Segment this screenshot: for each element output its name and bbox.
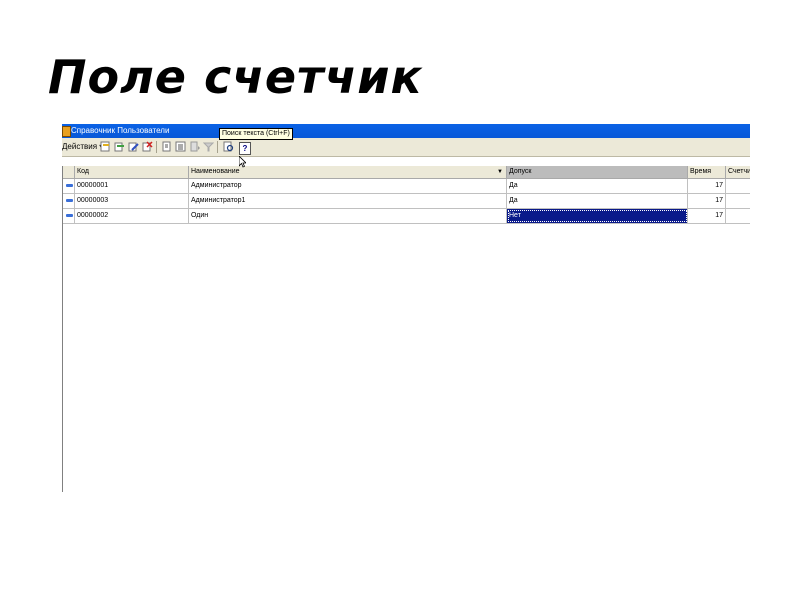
cell-code[interactable]: 00000003 (75, 194, 189, 208)
table-row[interactable]: 00000001 Администратор Да 17 (63, 179, 750, 194)
header-access[interactable]: Допуск (507, 166, 688, 178)
toolbar: Действия ▾ (62, 138, 750, 157)
table-row[interactable]: 00000002 Один Нет 17 (63, 209, 750, 224)
cell-access[interactable]: Да (507, 179, 688, 193)
cell-access[interactable]: Да (507, 194, 688, 208)
cell-time[interactable]: 17 (688, 179, 726, 193)
catalog-item-icon (66, 184, 73, 187)
row-icon-cell (63, 179, 75, 193)
window-title: Справочник Пользователи (71, 126, 170, 135)
header-icon-column (63, 166, 75, 178)
delete-icon[interactable] (142, 141, 153, 152)
cell-counter[interactable] (726, 179, 750, 193)
toolbar-separator (156, 141, 157, 153)
copy-icon[interactable] (114, 141, 125, 152)
cell-code[interactable]: 00000002 (75, 209, 189, 223)
cell-access-selected[interactable]: Нет (507, 209, 688, 223)
sort-down-icon: ▼ (497, 169, 503, 175)
cell-name[interactable]: Администратор1 (189, 194, 507, 208)
header-time[interactable]: Время (688, 166, 726, 178)
window-titlebar[interactable]: Справочник Пользователи (62, 124, 750, 138)
catalog-window: Справочник Пользователи Действия ▾ Поиск… (62, 124, 750, 492)
actions-menu[interactable]: Действия ▾ (62, 142, 103, 151)
row-icon-cell (63, 194, 75, 208)
help-icon[interactable]: ? (239, 142, 251, 155)
filter-icon[interactable] (189, 141, 200, 152)
edit-icon[interactable] (128, 141, 139, 152)
search-icon[interactable] (223, 141, 234, 152)
toolbar-separator (217, 141, 218, 153)
table-header: Код Наименование ▼ Допуск Время Счетчик (63, 166, 750, 179)
cell-name[interactable]: Администратор (189, 179, 507, 193)
table-row[interactable]: 00000003 Администратор1 Да 17 (63, 194, 750, 209)
header-name[interactable]: Наименование ▼ (189, 166, 507, 178)
row-icon-cell (63, 209, 75, 223)
mouse-cursor-icon (239, 156, 246, 168)
cell-name[interactable]: Один (189, 209, 507, 223)
header-counter[interactable]: Счетчик (726, 166, 750, 178)
cell-counter[interactable] (726, 194, 750, 208)
refresh-icon[interactable] (161, 141, 172, 152)
search-tooltip: Поиск текста (Ctrl+F) (219, 128, 293, 140)
actions-menu-label: Действия (62, 142, 98, 151)
header-name-label: Наименование (191, 168, 240, 175)
catalog-item-icon (66, 199, 73, 202)
header-code[interactable]: Код (75, 166, 189, 178)
add-icon[interactable] (100, 141, 111, 152)
slide-title: Поле счетчик (48, 50, 423, 104)
cell-time[interactable]: 17 (688, 194, 726, 208)
cell-counter[interactable] (726, 209, 750, 223)
list-icon[interactable] (175, 141, 186, 152)
cell-code[interactable]: 00000001 (75, 179, 189, 193)
filter-off-icon[interactable] (203, 141, 214, 152)
catalog-table: Код Наименование ▼ Допуск Время Счетчик 0… (62, 166, 750, 492)
catalog-item-icon (66, 214, 73, 217)
app-icon (62, 126, 71, 137)
cell-time[interactable]: 17 (688, 209, 726, 223)
